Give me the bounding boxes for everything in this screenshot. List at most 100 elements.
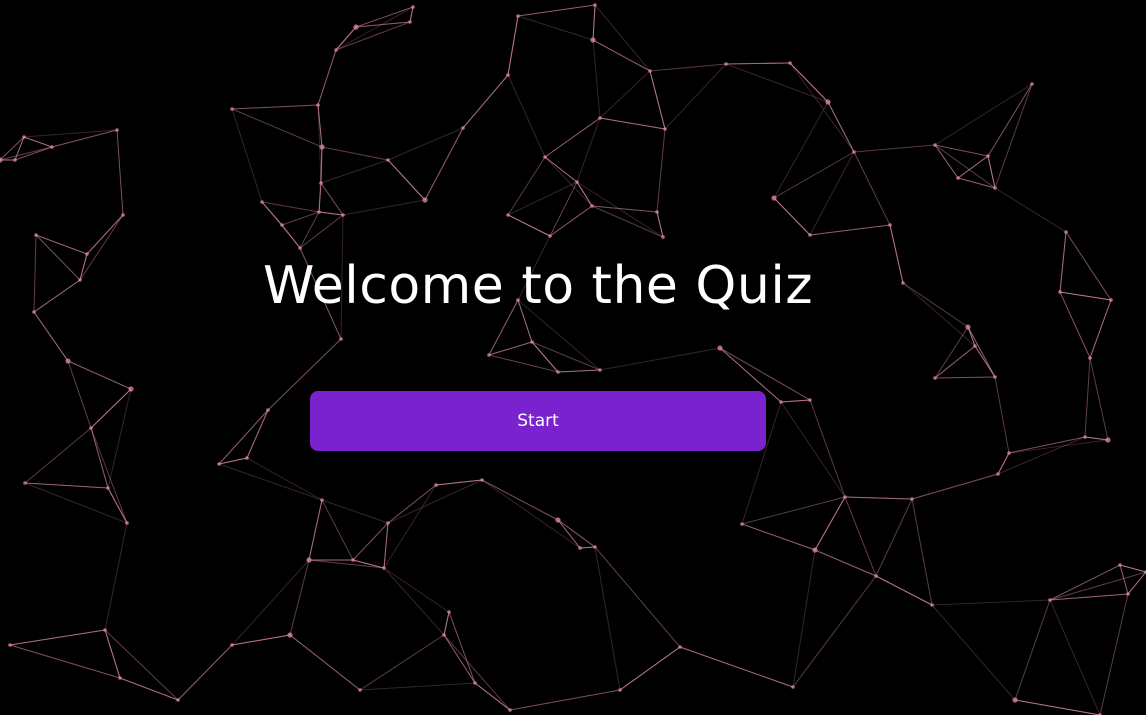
network-node (89, 426, 93, 430)
network-line (359, 634, 445, 691)
network-line (218, 463, 323, 501)
network-line (997, 436, 1086, 475)
network-line (24, 427, 92, 484)
network-line (844, 496, 877, 577)
network-line (14, 136, 25, 161)
page-title: Welcome to the Quiz (262, 256, 814, 316)
network-node (480, 478, 484, 482)
network-line (218, 409, 269, 465)
network-line (289, 634, 361, 691)
network-node (106, 486, 110, 490)
network-node (1088, 356, 1092, 360)
network-node (655, 210, 659, 214)
network-line (231, 104, 319, 110)
network-line (741, 523, 816, 551)
network-node (555, 517, 561, 523)
network-line (335, 6, 414, 51)
network-line (1084, 357, 1091, 438)
network-node (996, 472, 1000, 476)
network-node (1030, 82, 1034, 86)
network-line (814, 496, 846, 551)
network-line (1014, 599, 1051, 701)
network-line (383, 522, 389, 569)
network-line (383, 567, 445, 636)
network-node (808, 398, 812, 402)
network-node (461, 126, 465, 130)
network-line (90, 427, 109, 489)
network-node (65, 358, 71, 364)
network-node (422, 197, 428, 203)
network-node (543, 155, 547, 159)
network-line (359, 682, 476, 691)
start-button[interactable]: Start (310, 391, 766, 451)
network-node (724, 62, 728, 66)
network-line (1008, 439, 1109, 454)
network-line (853, 151, 891, 226)
network-line (594, 4, 651, 72)
network-node (933, 143, 937, 147)
network-node (23, 481, 27, 485)
network-line (931, 604, 1016, 701)
network-node (442, 633, 446, 637)
network-line (957, 155, 989, 179)
network-node (598, 116, 602, 120)
network-line (780, 399, 811, 403)
network-line (934, 345, 976, 379)
network-line (352, 522, 389, 561)
network-node (280, 223, 284, 227)
network-line (957, 177, 996, 189)
network-line (0, 146, 53, 161)
network-line (773, 197, 811, 236)
network-line (14, 146, 53, 161)
network-line (994, 376, 1010, 454)
network-node (575, 180, 579, 184)
network-node (353, 24, 359, 30)
network-node (339, 337, 343, 341)
network-node (434, 483, 438, 487)
network-node (260, 200, 264, 204)
network-node (351, 558, 355, 562)
network-line (1099, 593, 1129, 715)
network-node (548, 234, 552, 238)
network-line (488, 341, 533, 356)
network-node (506, 73, 510, 77)
network-node (788, 61, 792, 65)
network-line (23, 136, 53, 148)
network-line (246, 409, 269, 459)
network-line (231, 634, 291, 646)
network-line (994, 187, 1067, 233)
network-node (408, 20, 412, 24)
network-line (289, 559, 310, 636)
network-line (1084, 436, 1109, 441)
network-line (321, 146, 389, 161)
network-line (481, 479, 581, 549)
network-line (443, 634, 476, 684)
network-line (320, 159, 389, 184)
network-line (387, 159, 426, 201)
network-line (931, 599, 1051, 606)
network-node (128, 386, 134, 392)
network-node (678, 645, 682, 649)
network-line (488, 354, 559, 373)
network-node (812, 547, 818, 553)
network-line (299, 214, 344, 249)
network-line (481, 479, 559, 521)
network-node (1118, 563, 1122, 567)
network-node (306, 557, 312, 563)
network-line (576, 181, 664, 238)
network-line (383, 567, 450, 613)
network-node (266, 408, 270, 412)
network-line (507, 214, 551, 237)
network-node (115, 128, 119, 132)
network-node (648, 69, 652, 73)
network-line (462, 74, 509, 129)
network-node (22, 135, 26, 139)
network-line (592, 39, 651, 72)
network-line (509, 689, 621, 711)
network-line (967, 326, 996, 378)
network-line (544, 117, 601, 158)
network-line (448, 611, 476, 684)
network-line (789, 62, 855, 153)
network-node (316, 103, 320, 107)
network-line (773, 101, 829, 199)
